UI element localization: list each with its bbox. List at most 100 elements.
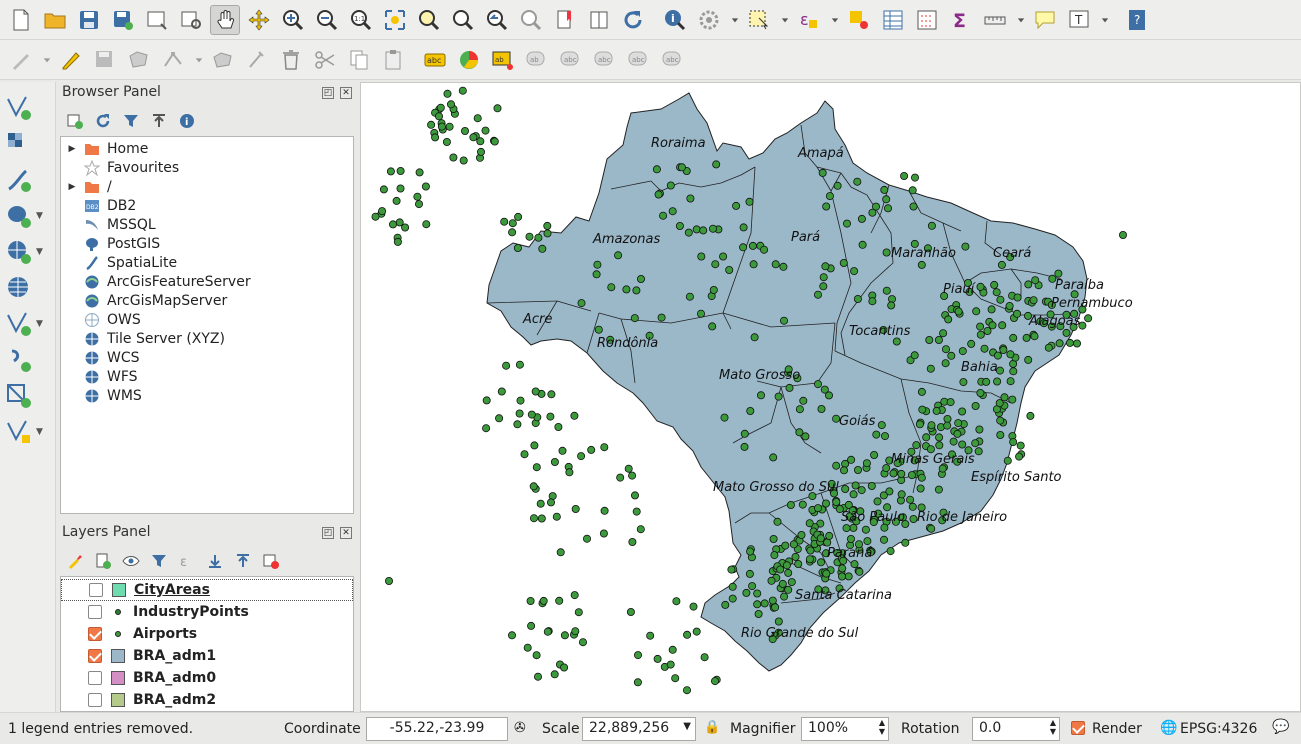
action-gear-icon[interactable] (694, 5, 724, 35)
show-bookmarks-icon[interactable] (584, 5, 614, 35)
add-virtual-layer-icon[interactable] (4, 344, 52, 376)
zoom-to-layer-icon[interactable] (448, 5, 478, 35)
map-svg[interactable]: Roraima Amapá Amazonas Pará Maranhão Ceará Pia… (361, 83, 1301, 712)
add-wcs-icon[interactable] (4, 272, 52, 304)
copy-features-icon[interactable] (344, 45, 374, 75)
diagram-icon[interactable] (454, 45, 484, 75)
highlight-pinned-labels-icon[interactable]: ab (488, 45, 518, 75)
measure-icon[interactable] (980, 5, 1010, 35)
identify-icon[interactable]: i (660, 5, 690, 35)
lock-icon[interactable]: 🔒 (704, 720, 720, 735)
toggle-extents-icon[interactable]: ✇ (514, 720, 526, 736)
panel-close-button[interactable]: ✕ (340, 87, 352, 99)
add-layer-icon[interactable] (64, 110, 86, 132)
statistics-sum-icon[interactable]: Σ (946, 5, 976, 35)
add-mesh-layer-icon[interactable] (4, 380, 52, 412)
chevron-down-icon[interactable] (778, 5, 792, 35)
panel-float-button[interactable]: ◰ (322, 527, 334, 539)
zoom-to-selection-icon[interactable] (414, 5, 444, 35)
move-label-icon[interactable]: abc (590, 45, 620, 75)
add-polygon-icon[interactable] (124, 45, 154, 75)
remove-layer-icon[interactable] (260, 550, 282, 572)
collapse-all-icon[interactable] (148, 110, 170, 132)
tree-item-arcgismapserver[interactable]: ArcGisMapServer (61, 291, 227, 310)
layer-row-bra-adm1[interactable]: BRA_adm1 (61, 645, 353, 667)
rotation-spinbox[interactable]: 0.0 ▲ ▼ (972, 717, 1060, 741)
modify-attributes-icon[interactable] (242, 45, 272, 75)
layer-visibility-checkbox[interactable] (88, 693, 102, 707)
add-vector-layer-icon[interactable] (4, 92, 52, 124)
layout-manager-icon[interactable] (176, 5, 206, 35)
rotate-label-icon[interactable]: abc (624, 45, 654, 75)
refresh-icon[interactable] (92, 110, 114, 132)
zoom-full-icon[interactable] (380, 5, 410, 35)
chevron-down-icon[interactable] (40, 45, 54, 75)
filter-by-expression-icon[interactable]: ε (176, 550, 198, 572)
label-toolbar-icon[interactable]: abc (420, 45, 450, 75)
tree-item-root[interactable]: ▶ / (61, 177, 112, 196)
layer-visibility-checkbox[interactable] (89, 583, 103, 597)
scale-combobox[interactable]: 22,889,256 ▼ (582, 717, 696, 741)
chevron-down-icon[interactable] (192, 45, 206, 75)
expand-arrow-icon[interactable]: ▶ (61, 144, 83, 154)
zoom-native-icon[interactable]: 1:1 (346, 5, 376, 35)
tree-item-wcs[interactable]: WCS (61, 348, 140, 367)
browser-tree[interactable]: ▶ Home Favourites ▶ / DB2 DB2 MSSQL PostGIS… (60, 136, 354, 514)
chevron-down-icon[interactable] (728, 5, 742, 35)
add-delimited-text-icon[interactable] (4, 164, 52, 196)
chevron-down-icon[interactable] (828, 5, 842, 35)
crs-label[interactable]: EPSG:4326 (1180, 721, 1257, 737)
move-feature-icon[interactable] (208, 45, 238, 75)
tree-item-spatialite[interactable]: SpatiaLite (61, 253, 177, 272)
add-group-icon[interactable] (92, 550, 114, 572)
tree-item-db2[interactable]: DB2 DB2 (61, 196, 136, 215)
layer-row-bra-adm0[interactable]: BRA_adm0 (61, 667, 353, 689)
pan-to-selection-icon[interactable] (244, 5, 274, 35)
save-edits-icon[interactable] (90, 45, 120, 75)
field-calculator-icon[interactable] (912, 5, 942, 35)
deselect-icon[interactable] (844, 5, 874, 35)
pan-map-icon[interactable] (210, 4, 240, 35)
tree-item-favourites[interactable]: Favourites (61, 158, 179, 177)
info-icon[interactable]: i (176, 110, 198, 132)
layer-visibility-checkbox[interactable] (88, 627, 102, 641)
crs-globe-icon[interactable]: 🌐 (1160, 720, 1177, 736)
panel-close-button[interactable]: ✕ (340, 527, 352, 539)
tree-item-home[interactable]: ▶ Home (61, 139, 149, 158)
add-postgis-icon[interactable]: ▼ (4, 200, 52, 232)
zoom-last-icon[interactable] (482, 5, 512, 35)
refresh-icon[interactable] (618, 5, 648, 35)
magnifier-spinbox[interactable]: 100% ▲ ▼ (801, 717, 889, 741)
vertex-tool-icon[interactable] (158, 45, 188, 75)
tree-item-wms[interactable]: WMS (61, 386, 142, 405)
map-canvas[interactable]: Roraima Amapá Amazonas Pará Maranhão Ceará Pia… (360, 82, 1301, 712)
add-raster-layer-icon[interactable] (4, 128, 52, 160)
select-by-expression-icon[interactable]: ε (794, 5, 824, 35)
new-print-layout-icon[interactable] (142, 5, 172, 35)
cut-features-icon[interactable] (310, 45, 340, 75)
filter-icon[interactable] (120, 110, 142, 132)
layer-row-airports[interactable]: Airports (61, 623, 353, 645)
layer-visibility-checkbox[interactable] (88, 649, 102, 663)
show-hide-labels-icon[interactable]: abc (556, 45, 586, 75)
tree-item-postgis[interactable]: PostGIS (61, 234, 160, 253)
panel-float-button[interactable]: ◰ (322, 87, 334, 99)
help-icon[interactable]: ? (1122, 5, 1152, 35)
select-features-icon[interactable] (744, 5, 774, 35)
filter-legend-icon[interactable] (148, 550, 170, 572)
open-project-icon[interactable] (40, 5, 70, 35)
layer-row-cityareas[interactable]: CityAreas (61, 579, 353, 601)
layer-visibility-checkbox[interactable] (88, 605, 102, 619)
add-wms-icon[interactable]: ▼ (4, 236, 52, 268)
tree-item-tile-server[interactable]: Tile Server (XYZ) (61, 329, 225, 348)
chevron-down-icon[interactable] (1014, 5, 1028, 35)
collapse-all-icon[interactable] (232, 550, 254, 572)
tree-item-arcgisfeatureserver[interactable]: ArcGisFeatureServer (61, 272, 251, 291)
new-project-icon[interactable] (6, 5, 36, 35)
current-edits-icon[interactable] (6, 45, 36, 75)
pin-label-icon[interactable]: ab (522, 45, 552, 75)
layer-row-bra-adm2[interactable]: BRA_adm2 (61, 689, 353, 711)
save-project-icon[interactable] (74, 5, 104, 35)
tree-item-ows[interactable]: OWS (61, 310, 141, 329)
tree-item-wfs[interactable]: WFS (61, 367, 138, 386)
